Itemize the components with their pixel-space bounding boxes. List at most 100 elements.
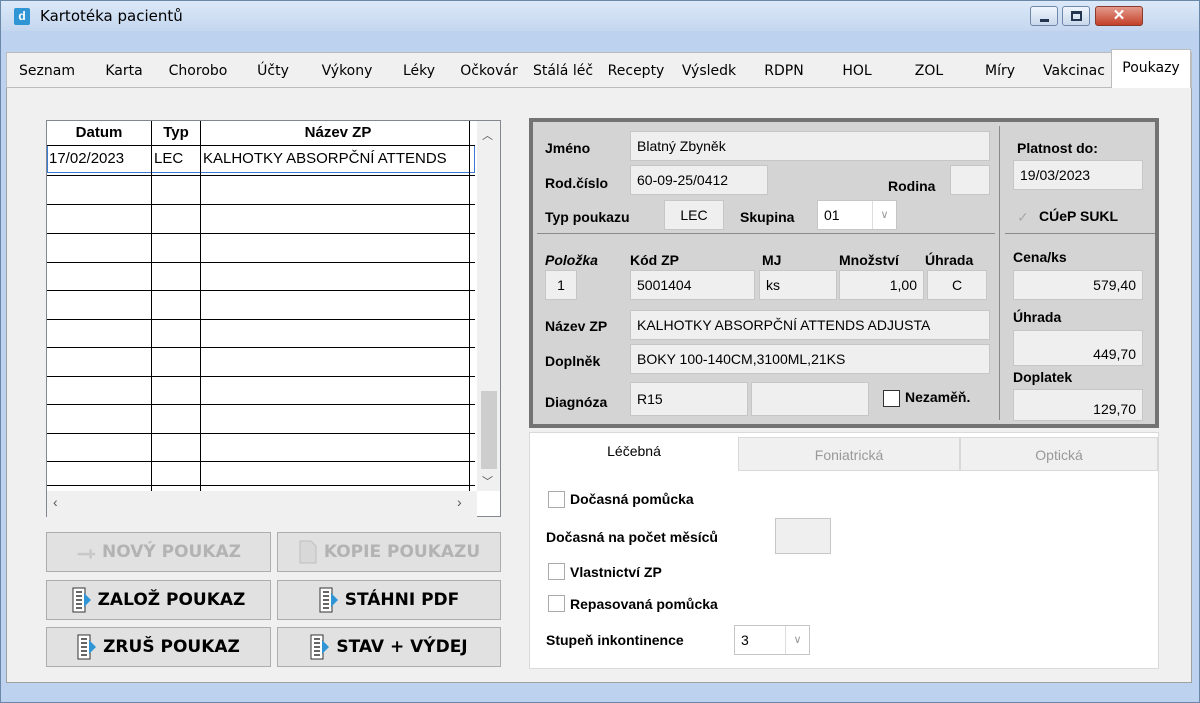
jmeno-field[interactable]: Blatný Zbyněk [630, 131, 990, 161]
close-button[interactable]: ✕ [1095, 6, 1143, 26]
rodcislo-field[interactable]: 60-09-25/0412 [630, 165, 768, 195]
mj-label: MJ [762, 252, 782, 268]
diagnoza-field[interactable]: R15 [630, 382, 748, 416]
minimize-button[interactable] [1030, 6, 1058, 26]
cancel-voucher-button[interactable]: ZRUŠ POUKAZ [46, 627, 271, 667]
docasna-checkbox[interactable] [548, 491, 565, 508]
voucher-detail-panel: Jméno Blatný Zbyněk Rod.číslo 60-09-25/0… [529, 118, 1159, 428]
tab-rdpn[interactable]: RDPN [751, 53, 817, 89]
maximize-button[interactable] [1062, 6, 1090, 26]
create-voucher-button[interactable]: ZALOŽ POUKAZ [46, 580, 271, 620]
grid-vertical-scrollbar[interactable]: ︿ ﹀ [477, 121, 500, 491]
kodzp-field[interactable]: 5001404 [630, 270, 755, 300]
cell-nazev[interactable]: KALHOTKY ABSORPČNÍ ATTENDS [203, 146, 474, 172]
voucher-icon [77, 634, 97, 660]
mj-field[interactable]: ks [759, 270, 837, 300]
checkmark-icon[interactable]: ✓ [1017, 209, 1029, 226]
rodina-label: Rodina [888, 178, 936, 194]
platnost-label: Platnost do: [1017, 140, 1098, 156]
tab-vykony[interactable]: Výkony [311, 53, 383, 89]
download-pdf-button[interactable]: STÁHNI PDF [277, 580, 501, 620]
uhrada2-label: Úhrada [1013, 309, 1062, 325]
nazevzp-field[interactable]: KALHOTKY ABSORPČNÍ ATTENDS ADJUSTA [630, 310, 990, 340]
polozka-label: Položka [545, 252, 598, 268]
tab-seznam[interactable]: Seznam [9, 53, 85, 89]
tab-stala-lecba[interactable]: Stálá léč [527, 53, 599, 89]
chevron-down-icon[interactable]: ∨ [785, 626, 809, 654]
title-bar: d Kartotéka pacientů ✕ [1, 1, 1199, 31]
tab-vysledky[interactable]: Výsledk [675, 53, 743, 89]
grid-line [469, 121, 470, 491]
tab-chorobopis[interactable]: Chorobo [162, 53, 234, 89]
uhrada-field[interactable]: C [927, 270, 987, 300]
tab-leky[interactable]: Léky [388, 53, 450, 89]
typpoukazu-label: Typ poukazu [545, 209, 630, 225]
maximize-icon [1071, 11, 1082, 21]
tab-foniatricka[interactable]: Foniatrická [738, 437, 960, 471]
close-icon: ✕ [1112, 7, 1126, 24]
cell-typ[interactable]: LEC [154, 146, 200, 172]
col-header-typ[interactable]: Typ [152, 121, 200, 145]
grid-horizontal-scrollbar[interactable]: ‹ › [47, 491, 477, 517]
vouchers-grid: Datum Typ Název ZP 17/02/2023 LEC KALHOT… [46, 120, 501, 517]
status-dispense-button[interactable]: STAV + VÝDEJ [277, 627, 501, 667]
voucher-icon [310, 634, 330, 660]
nezamen-checkbox[interactable] [883, 390, 900, 407]
scroll-up-icon[interactable]: ︿ [482, 127, 493, 143]
doplatek-label: Doplatek [1013, 369, 1073, 385]
scroll-right-icon[interactable]: › [457, 494, 462, 510]
tab-lecebna[interactable]: Léčebná [530, 433, 738, 469]
platnost-field[interactable]: 19/03/2023 [1013, 160, 1143, 190]
tab-hol[interactable]: HOL [824, 53, 890, 89]
skupina-select[interactable]: 01 ∨ [817, 200, 897, 230]
typpoukazu-field[interactable]: LEC [664, 200, 724, 230]
months-field[interactable] [775, 518, 831, 554]
copy-voucher-button[interactable]: KOPIE POUKAZU [277, 532, 501, 572]
grid-line [47, 175, 475, 176]
tab-vakcinace[interactable]: Vakcinac [1039, 53, 1109, 89]
tab-poukazy[interactable]: Poukazy [1111, 49, 1191, 89]
incont-select[interactable]: 3 ∨ [734, 625, 810, 655]
grid-line [47, 233, 475, 234]
rodina-field[interactable] [950, 165, 990, 195]
diagnoza-secondary-field[interactable] [751, 382, 869, 416]
jmeno-label: Jméno [545, 140, 591, 156]
app-logo-icon: d [14, 8, 30, 25]
grid-line [47, 145, 475, 146]
tab-zol[interactable]: ZOL [896, 53, 962, 89]
repasovana-checkbox[interactable] [548, 595, 565, 612]
col-header-datum[interactable]: Datum [47, 121, 151, 145]
uhrada-label: Úhrada [925, 252, 974, 268]
col-header-nazev[interactable]: Název ZP [201, 121, 475, 145]
tab-recepty[interactable]: Recepty [600, 53, 672, 89]
months-label: Dočasná na počet měsíců [546, 529, 718, 545]
doplnek-field[interactable]: BOKY 100-140CM,3100ML,21KS [630, 344, 990, 374]
uhrada2-field[interactable]: 449,70 [1013, 330, 1143, 366]
cell-datum[interactable]: 17/02/2023 [49, 146, 151, 172]
copy-document-icon [299, 540, 317, 564]
tab-miry[interactable]: Míry [967, 53, 1033, 89]
tab-ockovani[interactable]: Očkovár [453, 53, 525, 89]
scroll-left-icon[interactable]: ‹ [53, 494, 58, 510]
scroll-thumb[interactable] [481, 391, 497, 469]
grid-line [47, 376, 475, 377]
incont-value: 3 [741, 632, 749, 648]
cena-field[interactable]: 579,40 [1013, 270, 1143, 300]
tab-ucty[interactable]: Účty [240, 53, 306, 89]
mnozstvi-field[interactable]: 1,00 [839, 270, 924, 300]
panel-divider [999, 126, 1000, 420]
polozka-field[interactable]: 1 [545, 270, 577, 300]
nazevzp-label: Název ZP [545, 318, 608, 334]
kodzp-label: Kód ZP [630, 252, 679, 268]
window-title: Kartotéka pacientů [40, 7, 183, 25]
doplatek-field[interactable]: 129,70 [1013, 389, 1143, 421]
tab-karta[interactable]: Karta [93, 53, 155, 89]
new-voucher-button[interactable]: NOVÝ POUKAZ [46, 532, 271, 572]
scroll-down-icon[interactable]: ﹀ [482, 473, 493, 489]
vlastnictvi-checkbox[interactable] [548, 563, 565, 580]
copy-voucher-label: KOPIE POUKAZU [323, 542, 481, 562]
doplnek-label: Doplněk [545, 353, 601, 369]
tab-opticka[interactable]: Optická [960, 437, 1158, 471]
chevron-down-icon[interactable]: ∨ [872, 201, 896, 229]
voucher-icon [319, 587, 338, 613]
